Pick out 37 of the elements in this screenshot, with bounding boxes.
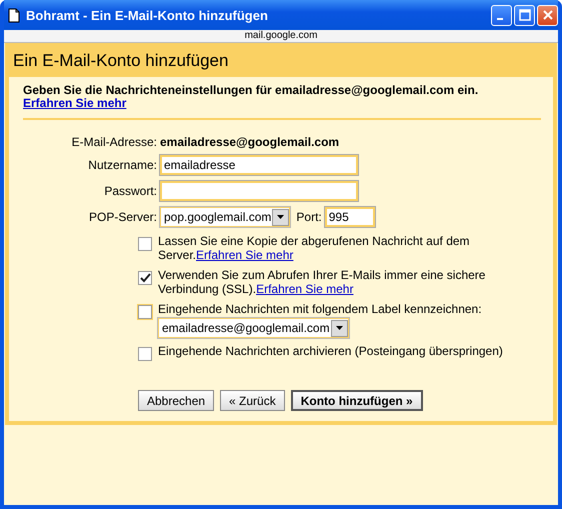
maximize-icon [518,9,530,21]
learn-more-link[interactable]: Erfahren Sie mehr [256,282,354,296]
option-label: Eingehende Nachrichten archivieren (Posteingang überspringen) [158,344,504,358]
option-label: Verwenden Sie zum Abrufen Ihrer E-Mails immer eine sichere Verbindung (SSL).Erfahren Sie mehr [158,268,486,296]
option-label: Lassen Sie eine Kopie der abgerufenen Nachricht auf dem Server.Erfahren Sie mehr [158,234,471,262]
option-label: Eingehende Nachrichten mit folgendem Label kennzeichnen: [158,302,483,316]
learn-more-link[interactable]: Erfahren Sie mehr [196,248,294,262]
pop-server-dropdown[interactable]: pop.googlemail.com [160,207,290,227]
intro-text: Geben Sie die Nachrichteneinstellungen für emailadresse@googlemail.com ein. Erfahren Sie mehr [23,84,480,110]
port-field[interactable]: 995 [324,207,375,227]
email-address-value: emailadresse@googlemail.com [160,135,340,149]
url-text: mail.google.com [244,30,318,41]
dialog-button[interactable]: Konto hinzufügen » [290,390,423,411]
port-label: Port: [296,210,322,224]
username-field[interactable]: emailadresse [160,155,358,175]
dialog-heading: Ein E-Mail-Konto hinzufügen [12,50,230,72]
dialog-button[interactable]: Abbrechen [138,390,214,411]
minimize-icon [496,18,502,20]
label-dropdown[interactable]: emailadresse@googlemail.com [158,318,349,338]
close-icon [542,9,554,21]
close-button[interactable] [537,4,558,26]
dropdown-arrow-icon [336,326,343,330]
learn-more-link[interactable]: Erfahren Sie mehr [23,96,126,110]
field-label: Passwort: [103,184,158,198]
dialog-button[interactable]: « Zurück [220,390,285,411]
field-label: E-Mail-Adresse: [70,135,158,149]
checkbox[interactable] [138,237,152,251]
field-label: Nutzername: [87,158,158,172]
password-field[interactable] [160,181,358,201]
window-title: Bohramt - Ein E-Mail-Konto hinzufügen [26,8,269,22]
checkbox[interactable] [138,347,152,361]
field-label: POP-Server: [88,210,158,224]
checkbox[interactable] [138,271,152,285]
dropdown-arrow-icon [277,215,284,219]
minimize-button[interactable] [491,4,512,26]
maximize-button[interactable] [514,4,535,26]
document-icon [8,8,20,22]
